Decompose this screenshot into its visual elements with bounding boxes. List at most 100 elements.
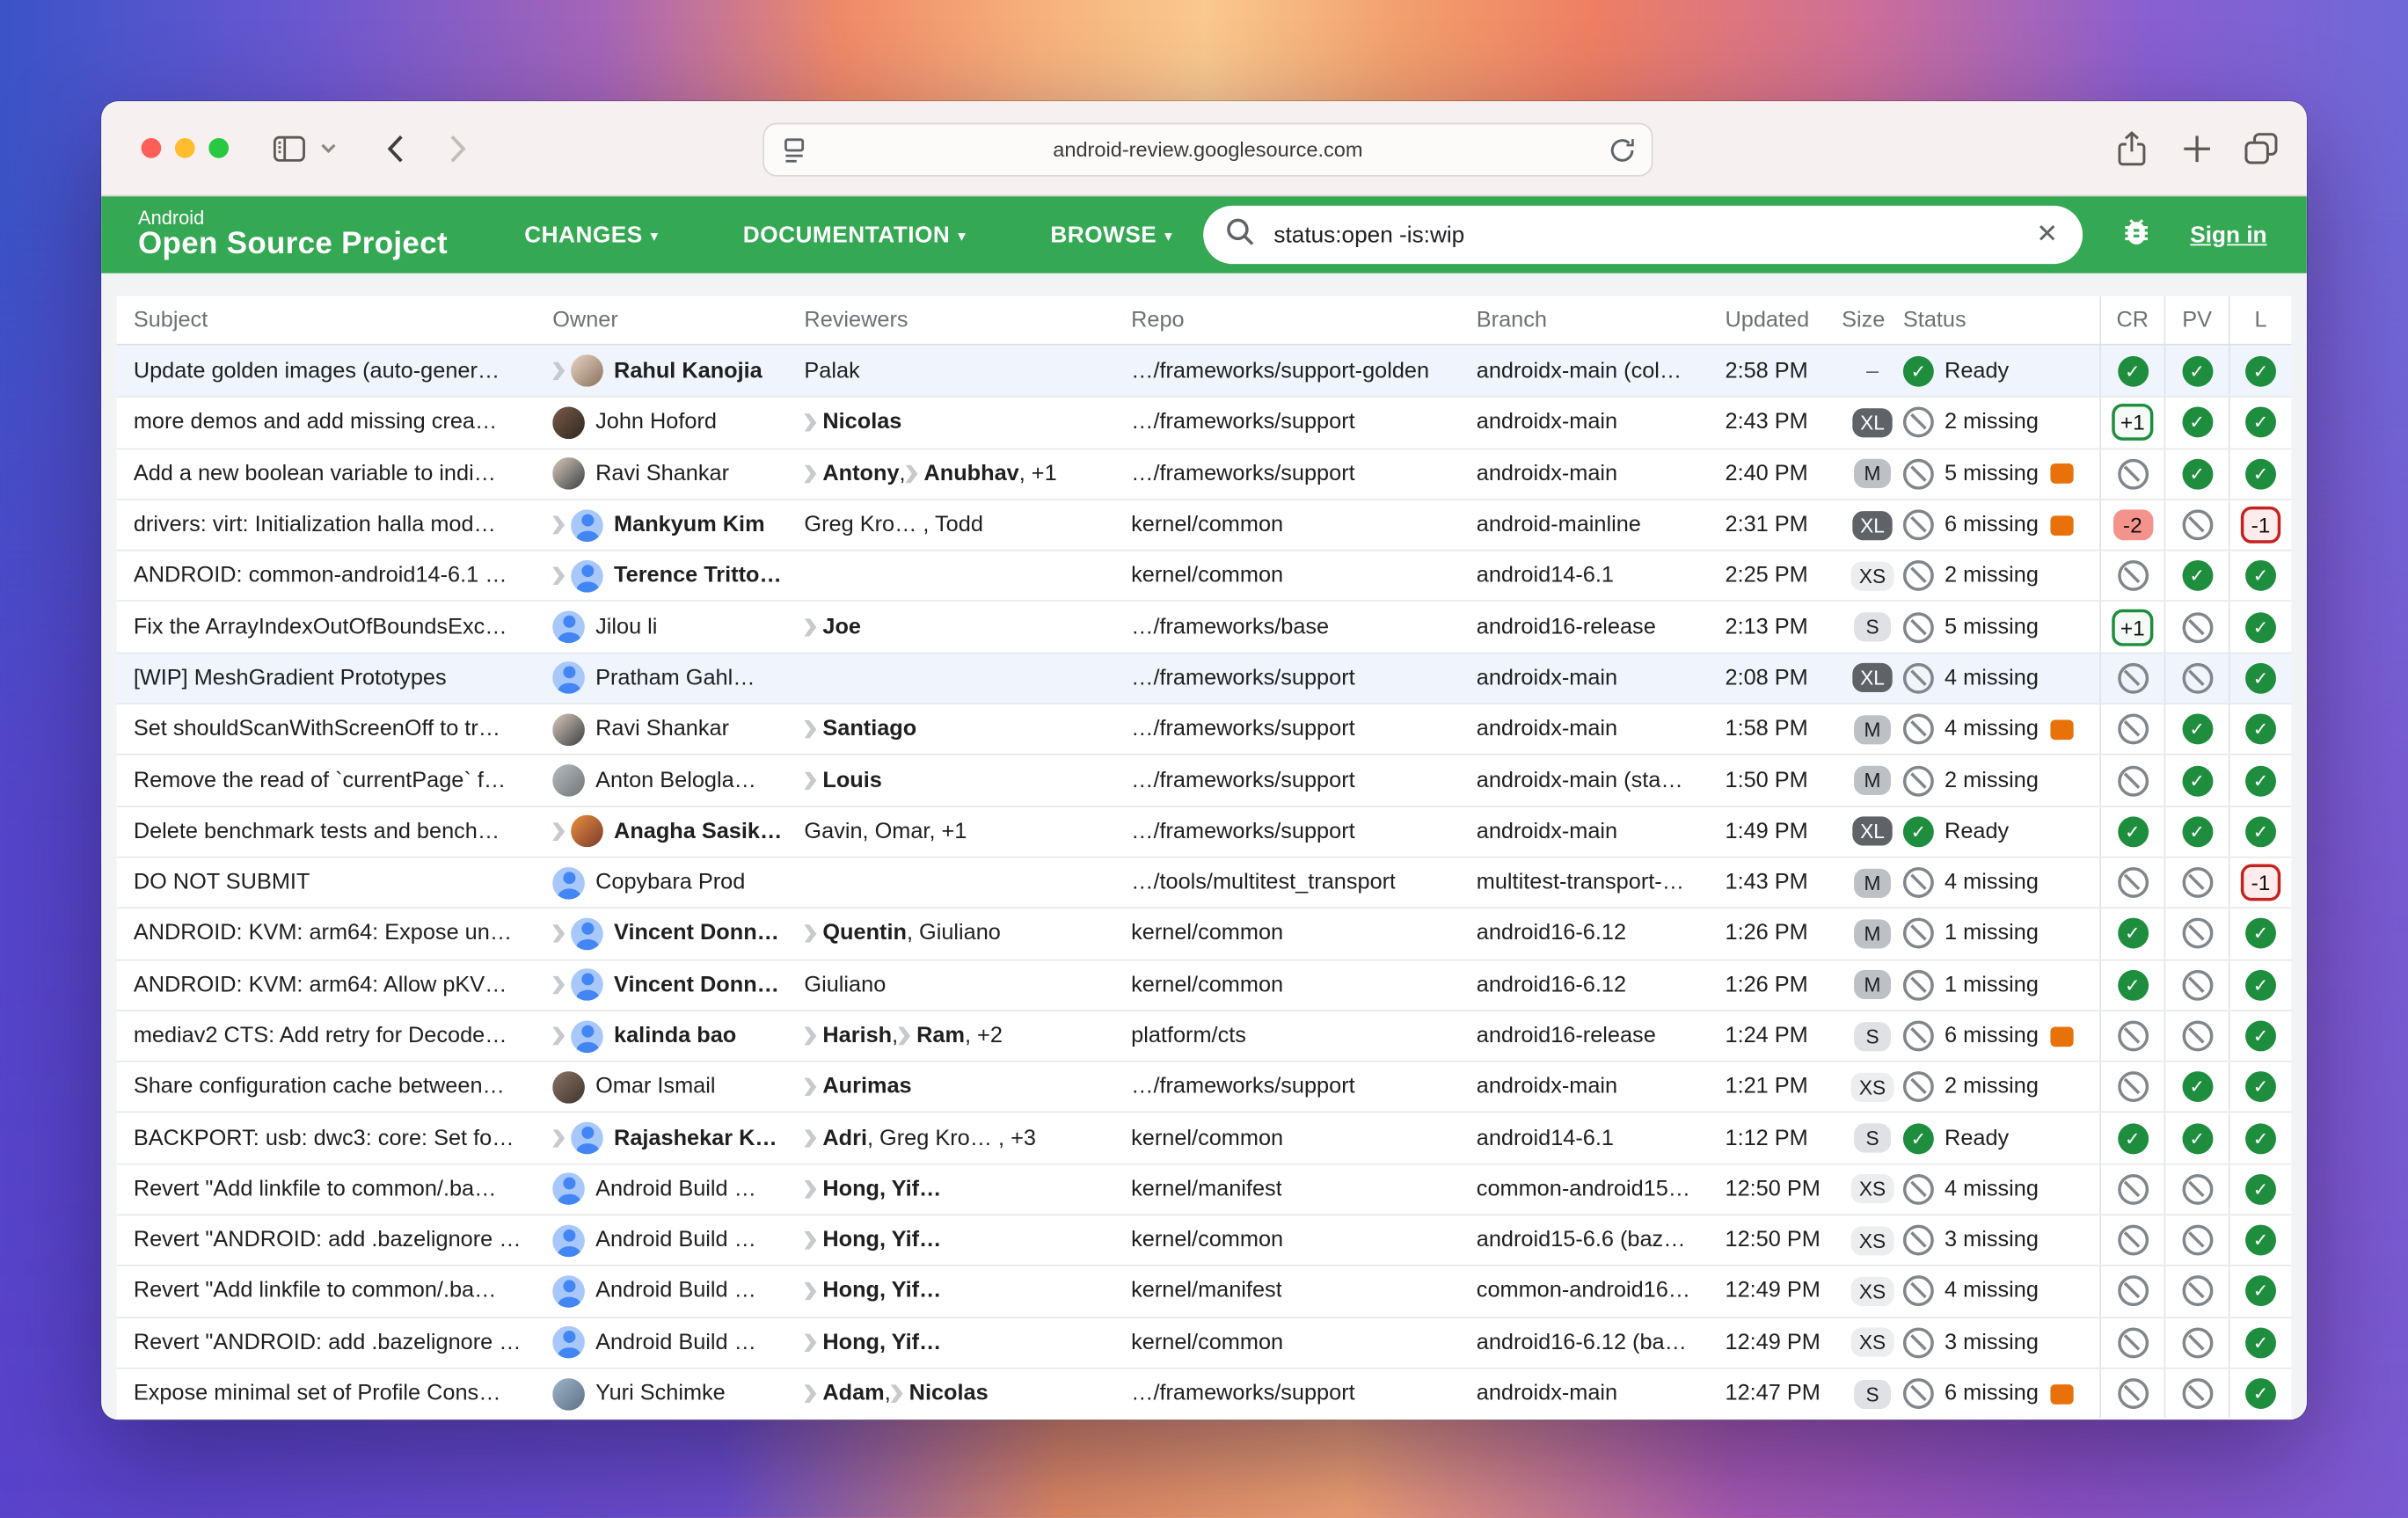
owner-name: Android Build … [595, 1331, 756, 1355]
change-row[interactable]: mediav2 CTS: Add retry for Decode… kalin… [117, 1010, 2292, 1061]
clear-search-icon[interactable]: ✕ [2033, 220, 2061, 251]
attention-chevron-icon [804, 618, 816, 637]
vote-approved-icon [2245, 1072, 2276, 1103]
change-rows: Update golden images (auto-gener… Rahul … [117, 346, 2292, 1419]
change-row[interactable]: BACKPORT: usb: dwc3: core: Set fo… Rajas… [117, 1112, 2292, 1163]
change-row[interactable]: ANDROID: KVM: arm64: Expose un… Vincent … [117, 908, 2292, 959]
nav-menu-browse[interactable]: BROWSE▾ [1050, 222, 1172, 248]
zoom-window-button[interactable] [208, 138, 229, 158]
new-tab-icon[interactable] [2181, 132, 2214, 164]
change-row[interactable]: ANDROID: KVM: arm64: Allow pKV… Vincent … [117, 959, 2292, 1010]
share-icon[interactable] [2116, 129, 2147, 166]
size-chip: XS [1851, 1226, 1894, 1255]
app-logo[interactable]: Android Open Source Project [138, 208, 448, 261]
change-row[interactable]: drivers: virt: Initialization halla mod…… [117, 499, 2292, 550]
change-row[interactable]: Revert "ANDROID: add .bazelignore … Andr… [117, 1214, 2292, 1265]
updated-time: 12:50 PM [1725, 1228, 1820, 1252]
reviewer-name: Nicolas [822, 411, 901, 435]
change-row[interactable]: Revert "Add linkfile to common/.ba… Andr… [117, 1163, 2292, 1214]
change-row[interactable]: Revert "ANDROID: add .bazelignore … Andr… [117, 1317, 2292, 1368]
change-row[interactable]: Update golden images (auto-gener… Rahul … [117, 346, 2292, 397]
updated-time: 1:26 PM [1725, 973, 1807, 997]
search-input[interactable] [1273, 222, 2032, 248]
page-settings-icon[interactable] [783, 135, 807, 171]
close-window-button[interactable] [142, 138, 162, 158]
vote-blocked-icon [2117, 867, 2148, 898]
vote-blocked-icon [2117, 1020, 2148, 1051]
vote-approved-icon [2182, 816, 2213, 847]
minimize-window-button[interactable] [175, 138, 195, 158]
reviewer-name: , Yif… [879, 1228, 941, 1252]
branch-name: android15-6.6 (baz… [1477, 1228, 1686, 1252]
status-text: 3 missing [1945, 1331, 2039, 1355]
owner-name: Vincent Donn… [614, 973, 779, 997]
change-row[interactable]: Add a new boolean variable to indi… Ravi… [117, 448, 2292, 499]
owner-name: Mankyum Kim [614, 513, 765, 537]
reviewer-name: Greg Kro… , Todd [804, 513, 982, 537]
status-blocked-icon [1903, 714, 1934, 745]
size-chip: XL [1852, 408, 1892, 437]
updated-time: 12:50 PM [1725, 1177, 1820, 1201]
change-row[interactable]: DO NOT SUBMIT Copybara Prod …/tools/mult… [117, 857, 2292, 908]
size-chip: XS [1851, 1277, 1894, 1306]
reviewer-name: , Greg Kro… , +3 [867, 1126, 1036, 1150]
owner-avatar [571, 509, 603, 542]
status-text: 6 missing [1945, 513, 2039, 537]
sidebar-chevron-icon[interactable] [321, 142, 336, 153]
search-bar[interactable]: ✕ [1203, 206, 2083, 264]
branch-name: androidx-main [1477, 462, 1617, 486]
vote-approved-icon [2245, 612, 2276, 643]
search-icon [1225, 215, 1256, 254]
back-button[interactable] [387, 135, 404, 162]
reviewer-name: Adam [822, 1382, 884, 1406]
branch-name: androidx-main [1477, 411, 1617, 435]
vote-approved-icon [2245, 561, 2276, 592]
change-row[interactable]: Set shouldScanWithScreenOff to tr… Ravi … [117, 703, 2292, 754]
reload-icon[interactable] [1610, 136, 1637, 169]
forward-button[interactable] [449, 135, 466, 162]
attention-chevron-icon [906, 464, 918, 483]
report-bug-icon[interactable] [2120, 214, 2153, 255]
size-dash: – [1866, 359, 1879, 383]
tab-overview-icon[interactable] [2244, 131, 2279, 164]
size-chip: M [1854, 919, 1891, 948]
size-chip: S [1854, 1379, 1891, 1408]
owner-avatar [552, 764, 585, 797]
change-row[interactable]: Remove the read of `currentPage` f… Anto… [117, 754, 2292, 805]
address-bar[interactable]: android-review.googlesource.com [763, 123, 1653, 177]
vote-blocked-icon [2182, 867, 2213, 898]
vote-approved-icon [2245, 765, 2276, 796]
sidebar-toggle-icon[interactable] [274, 135, 306, 162]
change-row[interactable]: Fix the ArrayIndexOutOfBoundsExc… Jilou … [117, 601, 2292, 652]
attention-chevron-icon [804, 1026, 816, 1045]
repo-name: kernel/common [1131, 1228, 1283, 1252]
change-row[interactable]: Revert "Add linkfile to common/.ba… Andr… [117, 1266, 2292, 1317]
reviewer-name: , Yif… [879, 1331, 941, 1355]
status-blocked-icon [1903, 1225, 1934, 1256]
repo-name: kernel/common [1131, 1126, 1283, 1150]
attention-chevron-icon [804, 771, 816, 790]
attention-chevron-icon [552, 1129, 565, 1148]
branch-name: androidx-main [1477, 820, 1617, 844]
status-text: 4 missing [1945, 1177, 2039, 1201]
status-text: Ready [1945, 1126, 2009, 1150]
branch-name: android14-6.1 [1477, 564, 1614, 588]
change-subject: Delete benchmark tests and bench… [134, 820, 500, 844]
reviewer-name: Aurimas [822, 1075, 911, 1099]
attention-chevron-icon [804, 1282, 816, 1301]
change-row[interactable]: Delete benchmark tests and bench… Anagha… [117, 806, 2292, 857]
change-row[interactable]: Expose minimal set of Profile Cons… Yuri… [117, 1368, 2292, 1419]
sign-in-link[interactable]: Sign in [2190, 222, 2266, 248]
change-row[interactable]: ANDROID: common-android14-6.1 … Terence … [117, 550, 2292, 601]
desktop-wallpaper: android-review.googlesource.com [0, 0, 2408, 1518]
change-subject: Share configuration cache between… [134, 1075, 505, 1099]
change-row[interactable]: [WIP] MeshGradient Prototypes Pratham Ga… [117, 652, 2292, 703]
status-blocked-icon [1903, 663, 1934, 694]
nav-menu-changes[interactable]: CHANGES▾ [524, 222, 659, 248]
updated-time: 1:12 PM [1725, 1126, 1807, 1150]
updated-time: 1:26 PM [1725, 922, 1807, 946]
change-row[interactable]: Share configuration cache between… Omar … [117, 1061, 2292, 1112]
owner-avatar [552, 1071, 585, 1104]
change-row[interactable]: more demos and add missing crea… John Ho… [117, 397, 2292, 448]
nav-menu-documentation[interactable]: DOCUMENTATION▾ [743, 222, 967, 248]
